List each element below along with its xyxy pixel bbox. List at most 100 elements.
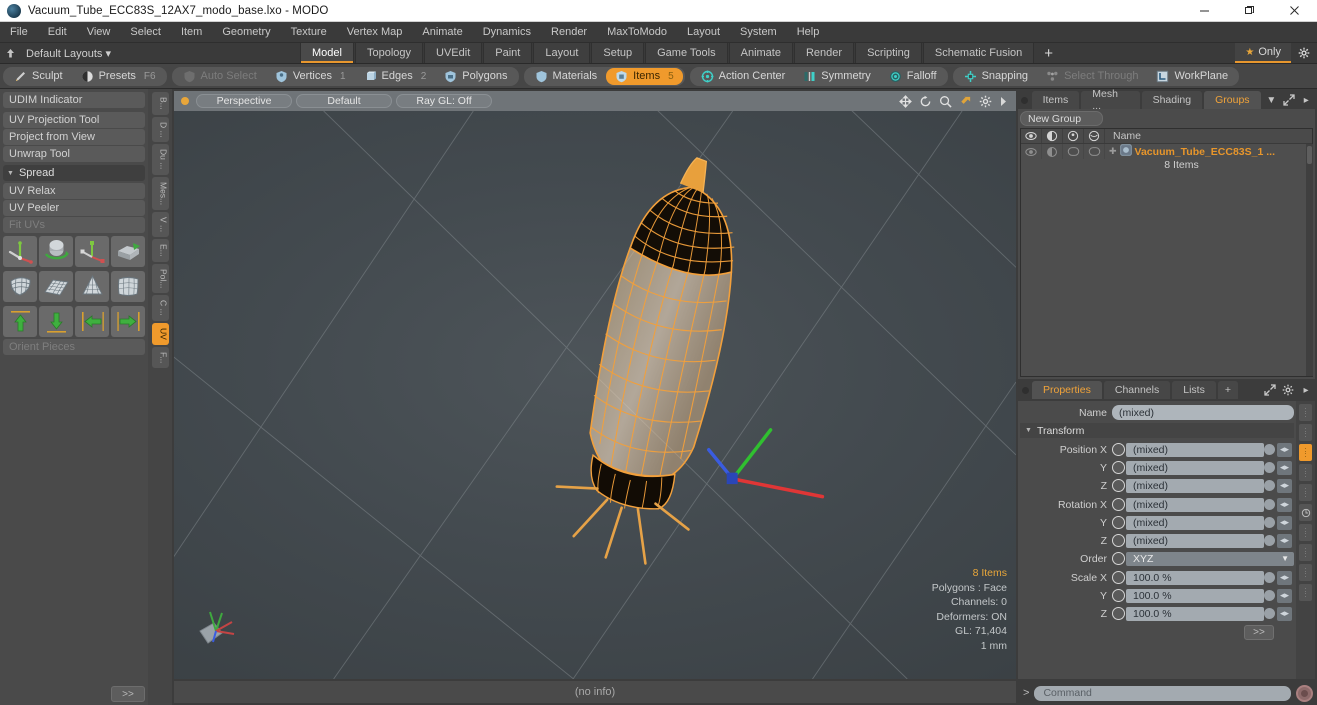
only-toggle-button[interactable]: ★ Only (1235, 43, 1291, 63)
menu-system[interactable]: System (730, 22, 787, 43)
tab-setup[interactable]: Setup (591, 43, 645, 63)
tab-paint[interactable]: Paint (483, 43, 533, 63)
menu-layout[interactable]: Layout (677, 22, 730, 43)
menu-dynamics[interactable]: Dynamics (473, 22, 541, 43)
expand-plus-icon[interactable]: ✚ (1109, 146, 1117, 157)
tab-uvedit[interactable]: UVEdit (424, 43, 483, 63)
shade-icon[interactable] (1042, 129, 1063, 143)
scale-z-spinner[interactable]: ◂▸ (1277, 606, 1292, 621)
groups-scrollbar[interactable] (1306, 144, 1313, 376)
vtab-e[interactable]: E... (151, 238, 169, 262)
pan-icon[interactable] (899, 94, 912, 108)
3d-viewport[interactable]: 8 Items Polygons : Face Channels: 0 Defo… (174, 111, 1016, 679)
arrow-right-icon[interactable] (111, 306, 145, 337)
tab-scripting[interactable]: Scripting (855, 43, 922, 63)
scale-y-mini-button[interactable] (1264, 590, 1275, 601)
snapping-button[interactable]: Snapping (955, 68, 1038, 85)
edges-button[interactable]: Edges 2 (355, 68, 436, 85)
pin-icon[interactable] (0, 48, 20, 59)
rotation-z-radio[interactable] (1112, 534, 1125, 547)
position-x-field[interactable]: (mixed) (1126, 442, 1264, 457)
gear-icon[interactable] (1279, 381, 1297, 399)
menu-help[interactable]: Help (787, 22, 830, 43)
add-properties-tab-button[interactable]: + (1217, 381, 1238, 399)
scale-z-field[interactable]: 100.0 % (1126, 606, 1264, 621)
new-group-button[interactable]: New Group (1020, 111, 1103, 126)
menu-select[interactable]: Select (120, 22, 171, 43)
pstub-5[interactable]: :: (1299, 524, 1312, 541)
record-icon[interactable] (1296, 684, 1313, 702)
uv-flip-icon[interactable] (111, 236, 145, 267)
position-y-mini-button[interactable] (1264, 462, 1275, 473)
menu-vertex-map[interactable]: Vertex Map (337, 22, 413, 43)
pstub-6[interactable]: :: (1299, 544, 1312, 561)
rotation-z-field[interactable]: (mixed) (1126, 533, 1264, 548)
tab-render[interactable]: Render (793, 43, 855, 63)
scale-x-radio[interactable] (1112, 571, 1125, 584)
uv-grid-icon[interactable] (39, 271, 73, 302)
pstub-3[interactable]: :: (1299, 464, 1312, 481)
wire-off-icon[interactable] (1084, 144, 1105, 159)
expand-icon[interactable] (1261, 381, 1279, 399)
name-field[interactable]: (mixed) (1112, 405, 1294, 420)
tab-lists[interactable]: Lists (1172, 381, 1216, 399)
order-radio[interactable] (1112, 552, 1125, 565)
group-row-content[interactable]: ✚ Vacuum_Tube_ECC83S_1 ... (1105, 144, 1312, 159)
position-z-field[interactable]: (mixed) (1126, 478, 1264, 493)
select-through-button[interactable]: Select Through (1037, 68, 1147, 85)
rotation-z-mini-button[interactable] (1264, 535, 1275, 546)
arrow-down-icon[interactable] (39, 306, 73, 337)
order-dropdown[interactable]: XYZ ▼ (1126, 551, 1294, 566)
vtab-v[interactable]: V ... (151, 211, 169, 237)
expand-icon[interactable] (1280, 91, 1297, 109)
viewport-raygl-dropdown[interactable]: Ray GL: Off (396, 94, 492, 108)
uv-rotate-icon[interactable] (39, 236, 73, 267)
tool-uv-peeler[interactable]: UV Peeler (3, 200, 145, 216)
rotation-x-mini-button[interactable] (1264, 499, 1275, 510)
menu-file[interactable]: File (0, 22, 38, 43)
vtab-b[interactable]: B... (151, 92, 169, 115)
panel-menu-icon[interactable] (1018, 91, 1032, 109)
scale-z-mini-button[interactable] (1264, 608, 1275, 619)
tool-orient-pieces[interactable]: Orient Pieces (3, 339, 145, 355)
position-y-field[interactable]: (mixed) (1126, 460, 1264, 475)
properties-menu-icon[interactable] (1018, 381, 1032, 399)
menu-edit[interactable]: Edit (38, 22, 77, 43)
vtab-d[interactable]: D ... (151, 116, 169, 143)
sculpt-button[interactable]: Sculpt (5, 68, 72, 85)
uv-scale-icon[interactable] (75, 236, 109, 267)
tab-properties[interactable]: Properties (1032, 381, 1102, 399)
menu-geometry[interactable]: Geometry (212, 22, 280, 43)
pstub-4[interactable]: :: (1299, 484, 1312, 501)
pstub-1[interactable]: :: (1299, 404, 1312, 421)
tab-groups[interactable]: Groups (1204, 91, 1261, 109)
vertices-button[interactable]: Vertices 1 (266, 68, 355, 85)
falloff-button[interactable]: Falloff (880, 68, 946, 85)
materials-button[interactable]: Materials (526, 68, 607, 85)
menu-maxtomodo[interactable]: MaxToModo (597, 22, 677, 43)
rotation-y-field[interactable]: (mixed) (1126, 515, 1264, 530)
tool-udim-indicator[interactable]: UDIM Indicator (3, 92, 145, 108)
rotation-z-spinner[interactable]: ◂▸ (1277, 533, 1292, 548)
menu-view[interactable]: View (77, 22, 121, 43)
eye-off-icon[interactable] (1021, 144, 1042, 159)
rotation-x-radio[interactable] (1112, 498, 1125, 511)
rotation-y-radio[interactable] (1112, 516, 1125, 529)
position-x-spinner[interactable]: ◂▸ (1277, 442, 1292, 457)
pstub-2[interactable]: :: (1299, 424, 1312, 441)
tab-game-tools[interactable]: Game Tools (645, 43, 728, 63)
polygons-button[interactable]: Polygons (435, 68, 516, 85)
auto-select-button[interactable]: Auto Select (174, 68, 266, 85)
chevron-right-icon[interactable]: ▸ (1297, 381, 1315, 399)
viewport-style-dropdown[interactable]: Default (296, 94, 392, 108)
tab-model[interactable]: Model (300, 43, 354, 63)
zoom-icon[interactable] (939, 95, 952, 108)
scale-x-field[interactable]: 100.0 % (1126, 570, 1264, 585)
position-y-radio[interactable] (1112, 461, 1125, 474)
scale-x-mini-button[interactable] (1264, 572, 1275, 583)
scale-x-spinner[interactable]: ◂▸ (1277, 570, 1292, 585)
symmetry-button[interactable]: Symmetry (794, 68, 880, 85)
scale-y-spinner[interactable]: ◂▸ (1277, 588, 1292, 603)
eye-icon[interactable] (1021, 129, 1042, 143)
position-x-radio[interactable] (1112, 443, 1125, 456)
